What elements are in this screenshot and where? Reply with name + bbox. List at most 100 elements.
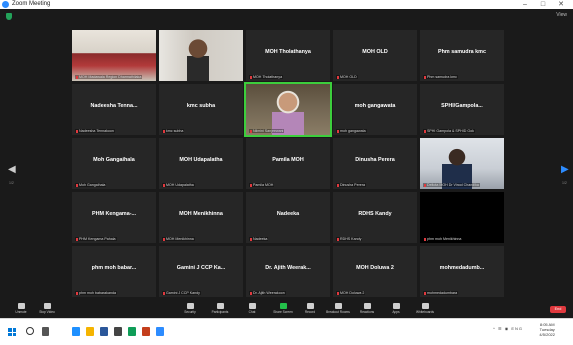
windows-start-icon[interactable]	[8, 328, 16, 336]
muted-microphone-icon	[250, 291, 252, 295]
muted-microphone-icon	[250, 75, 252, 79]
participant-tile[interactable]: SPHI/Gampola... SPHI Gampola & SPHID Gok	[420, 84, 504, 135]
participant-tile[interactable]: Pamila MOH Pamila MOH	[246, 138, 330, 189]
whiteboards-button[interactable]: Whiteboards	[410, 303, 440, 314]
participant-display-name: Nadeeka	[276, 211, 300, 217]
participant-name-text: RDHS Kandy	[340, 237, 362, 241]
participant-tile[interactable]: Nadeeka Nadeeka	[246, 192, 330, 243]
shield-icon	[186, 303, 194, 309]
participant-tile[interactable]: MOH Tholathanya MOH Tholathanya	[246, 30, 330, 81]
participant-tile[interactable]: Gamini J CCP Ka... Gamini J CCP Kandy	[159, 246, 243, 297]
participant-name-text: kmc subha	[166, 129, 184, 133]
muted-microphone-icon	[337, 129, 339, 133]
apps-icon	[392, 303, 400, 309]
participant-name-label: RDHS Kandy	[336, 237, 363, 241]
participant-tile[interactable]: MOH Madawala Region Dharmathilaka	[72, 30, 156, 81]
participant-tile[interactable]	[159, 30, 243, 81]
participant-name-label: moh gangawata	[336, 129, 367, 133]
view-button[interactable]: View	[556, 12, 567, 18]
participant-tile[interactable]: phm moh babar... phm moh babarakanda	[72, 246, 156, 297]
participant-name-text: Pamila MOH	[253, 183, 274, 187]
reactions-button[interactable]: Reactions	[352, 303, 382, 314]
participant-display-name: MOH Doluwa 2	[356, 265, 394, 271]
muted-microphone-icon	[424, 183, 426, 187]
participant-video	[72, 30, 156, 81]
participant-tile[interactable]: phm moh Menikhinna	[420, 192, 504, 243]
next-page-icon[interactable]: ▶	[561, 164, 569, 175]
participant-display-name: RDHS Kandy	[358, 211, 392, 217]
participant-display-name: Gamini J CCP Ka...	[176, 265, 226, 271]
search-icon[interactable]	[26, 327, 34, 335]
powerpoint-icon[interactable]	[142, 327, 150, 336]
app-icon[interactable]	[114, 327, 122, 336]
participant-tile[interactable]: MOH Menikhinna MOH Menikhinna	[159, 192, 243, 243]
participant-video	[420, 138, 504, 189]
participant-tile[interactable]: MOH Udapalatha MOH Udapalatha	[159, 138, 243, 189]
zoom-taskbar-icon[interactable]	[156, 327, 164, 336]
participant-name-text: phm moh Menikhinna	[427, 237, 462, 241]
system-tray[interactable]: ^ ☰ ◉ ENG	[493, 326, 523, 331]
share-screen-button[interactable]: Share Screen	[268, 303, 298, 314]
zoom-logo-icon	[2, 1, 9, 8]
chrome-icon[interactable]	[128, 327, 136, 336]
participant-name-text: MOH Madawala Region Dharmathilaka	[79, 75, 142, 79]
participant-tile[interactable]: MOH Doluwa 2 MOH Doluwa 2	[333, 246, 417, 297]
minimize-button[interactable]: –	[519, 0, 531, 9]
participant-tile[interactable]: Nilmini Sanjeewani	[244, 82, 332, 137]
participant-tile[interactable]: Deltota MOH Dr Vinod Chandika	[420, 138, 504, 189]
page-indicator-right: 1/2	[562, 181, 567, 185]
participant-name-label: MOH Doluwa 2	[336, 291, 366, 295]
participants-button[interactable]: Participants	[205, 303, 235, 314]
participant-display-name: SPHI/Gampola...	[441, 103, 483, 109]
meeting-toolbar: End Unmute Stop Video Security Participants…	[0, 302, 573, 318]
stop-video-button[interactable]: Stop Video	[32, 303, 62, 314]
participant-tile[interactable]: Dr. Ajith Weerak... Dr. Ajith Weerakoon	[246, 246, 330, 297]
close-window-button[interactable]: ✕	[555, 0, 567, 9]
muted-microphone-icon	[337, 291, 339, 295]
participant-tile[interactable]: Moh Gangaihala Moh Gangaihala	[72, 138, 156, 189]
window-titlebar: Zoom Meeting – □ ✕	[0, 0, 573, 9]
muted-microphone-icon	[424, 291, 426, 295]
participant-tile[interactable]: Nadeesha Tenna... Nadeesha Tennakoon	[72, 84, 156, 135]
participant-name-text: MOH Tholathanya	[253, 75, 283, 79]
participant-display-name: MOH Tholathanya	[265, 49, 311, 55]
word-icon[interactable]	[100, 327, 108, 336]
participant-name-label: Moh Gangaihala	[75, 183, 107, 187]
apps-button[interactable]: Apps	[381, 303, 411, 314]
previous-page-icon[interactable]: ◀	[8, 164, 16, 175]
participant-tile[interactable]: MOH OLD MOH OLD	[333, 30, 417, 81]
participant-display-name: moh gangawata	[354, 103, 396, 109]
participant-video	[420, 192, 504, 243]
participant-tile[interactable]: Phm samudra kmc Phm samudra kmc	[420, 30, 504, 81]
participant-name-label: MOH Udapalatha	[162, 183, 195, 187]
edge-browser-icon[interactable]	[72, 327, 80, 336]
participant-name-text: SPHI Gampola & SPHID Gok	[427, 129, 474, 133]
participant-name-text: Nilmini Sanjeewani	[253, 129, 284, 133]
participant-tile[interactable]: PHM Kengama-... PHM Kengama Pahala	[72, 192, 156, 243]
record-button[interactable]: Record	[295, 303, 325, 314]
participant-name-label: MOH OLD	[336, 75, 358, 79]
encryption-shield-icon[interactable]	[6, 13, 12, 20]
security-button[interactable]: Security	[175, 303, 205, 314]
participant-display-name: PHM Kengama-...	[91, 211, 137, 217]
participant-tile[interactable]: mohmedadumb... mohmedadumbara	[420, 246, 504, 297]
participant-tile[interactable]: kmc subha kmc subha	[159, 84, 243, 135]
maximize-button[interactable]: □	[537, 0, 549, 9]
muted-microphone-icon	[76, 291, 78, 295]
participant-name-label: Nadeeka	[249, 237, 269, 241]
participant-tile[interactable]: RDHS Kandy RDHS Kandy	[333, 192, 417, 243]
task-view-icon[interactable]	[42, 327, 49, 336]
muted-microphone-icon	[337, 183, 339, 187]
end-meeting-button[interactable]: End	[550, 306, 566, 313]
toolbar-label: Whiteboards	[416, 310, 434, 314]
participant-tile[interactable]: Dinusha Perera Dinusha Perera	[333, 138, 417, 189]
participant-name-text: Dinusha Perera	[340, 183, 365, 187]
file-explorer-icon[interactable]	[86, 327, 94, 336]
windows-taskbar: ^ ☰ ◉ ENG 8:05 AM Tuesday 4/5/2022	[0, 318, 573, 345]
taskbar-clock[interactable]: 8:05 AM Tuesday 4/5/2022	[539, 322, 555, 337]
participant-name-label: mohmedadumbara	[423, 291, 459, 295]
participant-name-text: MOH OLD	[340, 75, 357, 79]
breakout-rooms-button[interactable]: Breakout Rooms	[323, 303, 353, 314]
chat-button[interactable]: Chat	[237, 303, 267, 314]
participant-tile[interactable]: moh gangawata moh gangawata	[333, 84, 417, 135]
